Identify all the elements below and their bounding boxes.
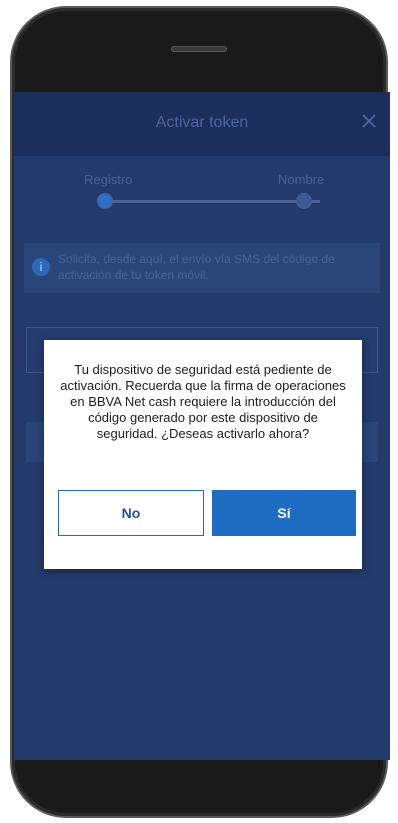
- modal-overlay: Tu dispositivo de seguridad está pedient…: [14, 92, 390, 760]
- yes-button[interactable]: Sí: [212, 490, 356, 536]
- confirmation-dialog: Tu dispositivo de seguridad está pedient…: [44, 340, 362, 569]
- app-screen: Activar token Registro Nombre i Solicita…: [14, 92, 390, 760]
- dialog-message: Tu dispositivo de seguridad está pedient…: [60, 362, 346, 441]
- speaker-grille: [171, 46, 227, 52]
- no-button[interactable]: No: [58, 490, 204, 536]
